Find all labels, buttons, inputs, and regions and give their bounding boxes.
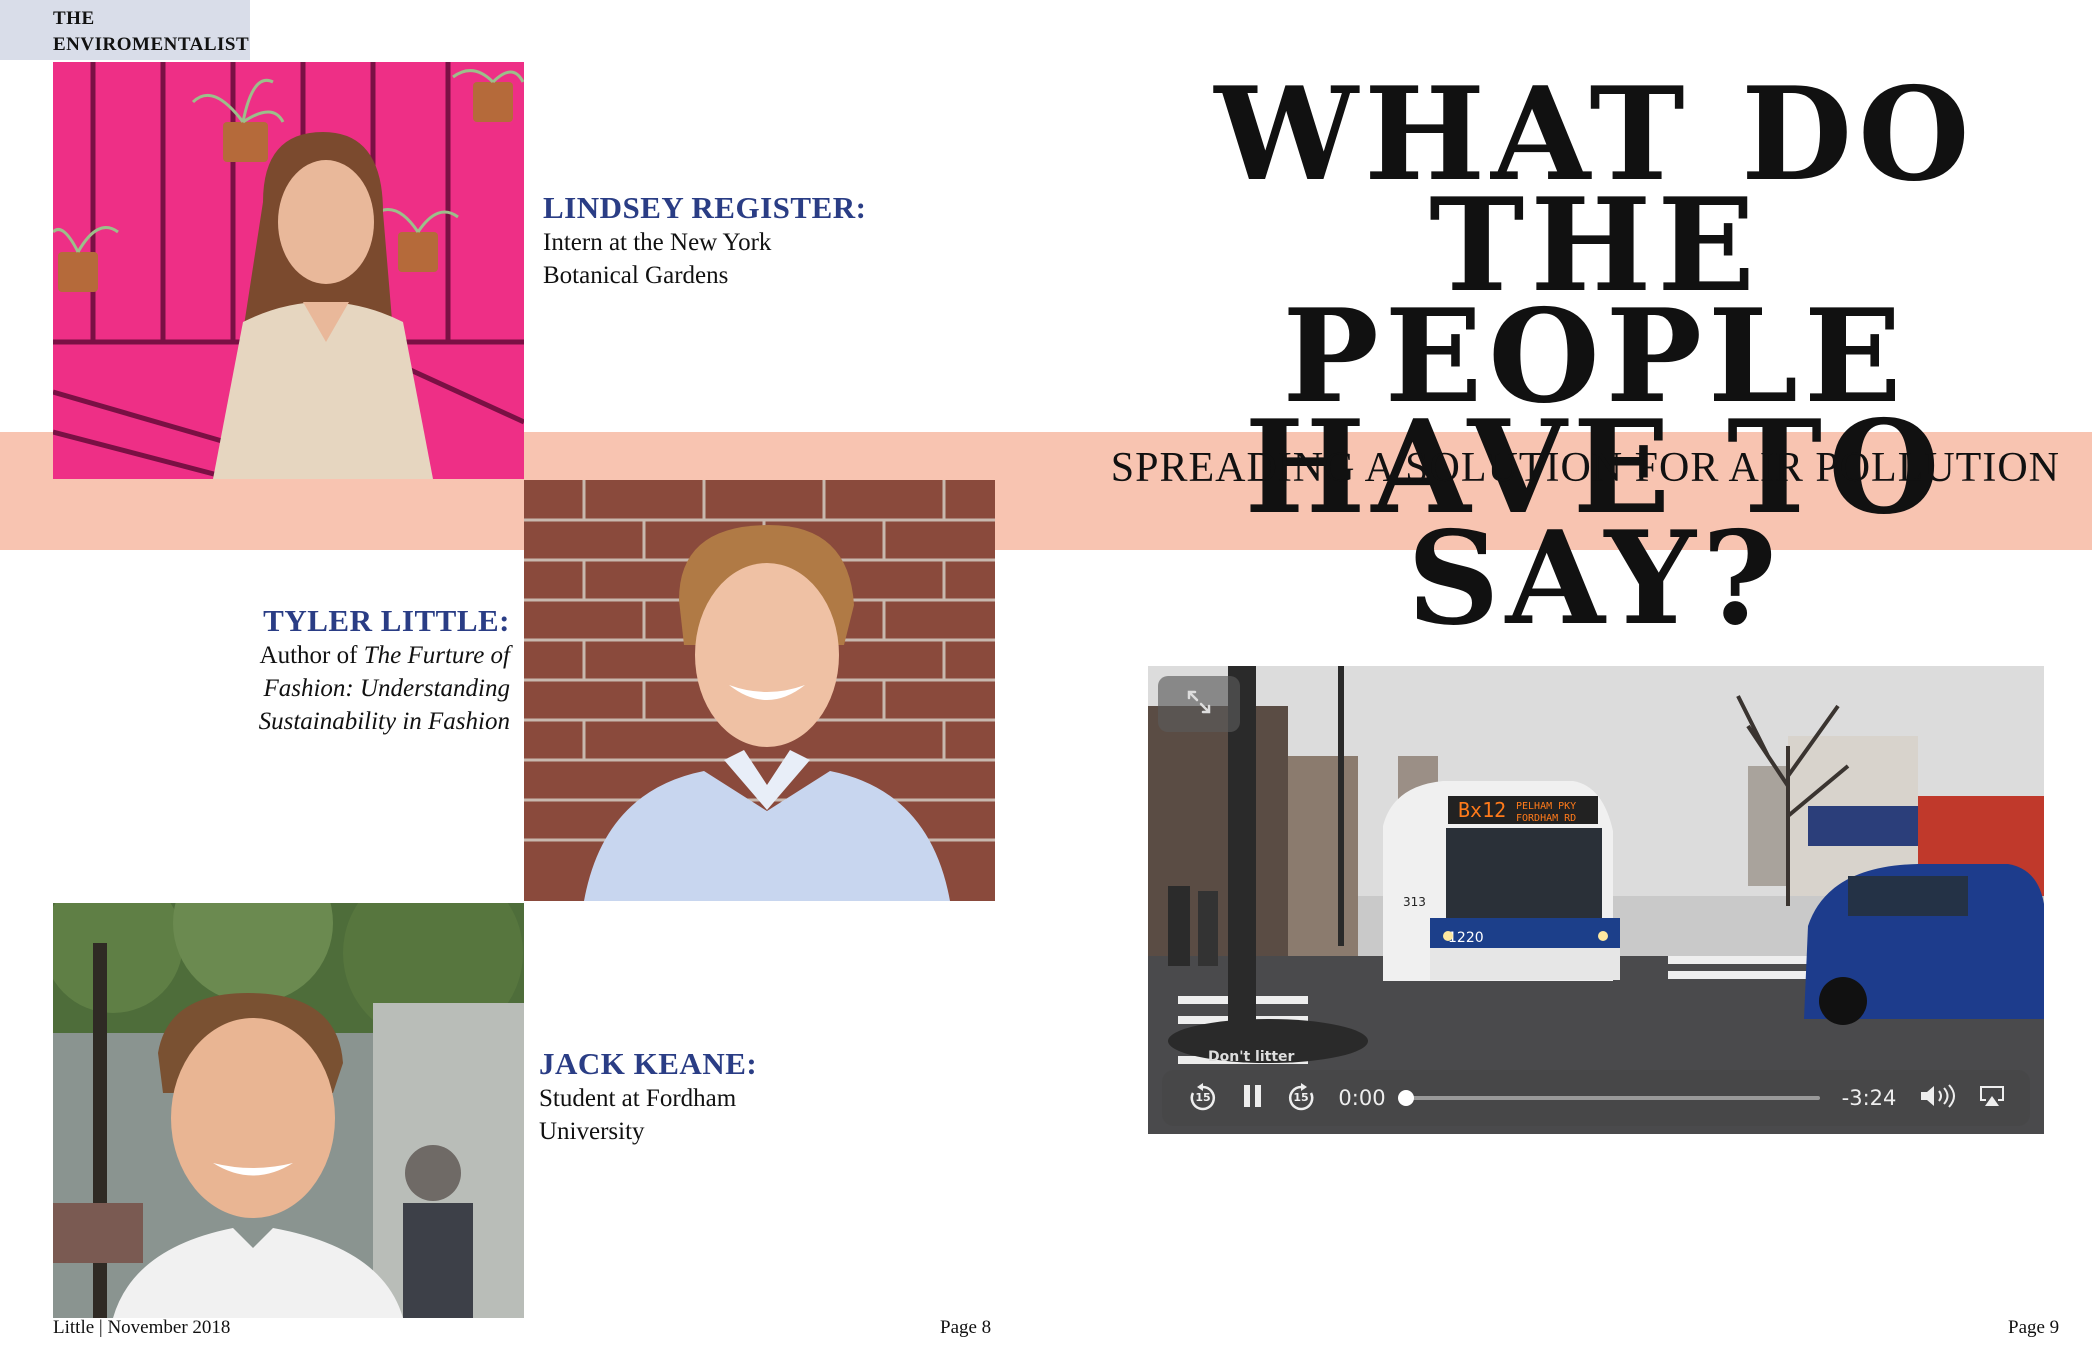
- person-role-line-3: Sustainability in Fashion: [120, 705, 510, 738]
- pause-icon: [1242, 1083, 1264, 1113]
- bus-front-code: 313: [1403, 895, 1426, 909]
- bus-number: 1220: [1448, 930, 1484, 946]
- person-name: LINDSEY REGISTER:: [543, 190, 867, 225]
- person-role-line-1: Intern at the New York: [543, 229, 772, 256]
- person-name: JACK KEANE:: [539, 1046, 758, 1081]
- skip-back-label: 15: [1195, 1091, 1211, 1104]
- person-role-line-2: Fashion: Understanding: [120, 672, 510, 705]
- progress-handle[interactable]: [1398, 1090, 1414, 1106]
- volume-icon: [1919, 1083, 1959, 1113]
- masthead-line-2: ENVIROMENTALIST: [53, 34, 250, 55]
- progress-track[interactable]: [1402, 1096, 1820, 1100]
- person-tyler-little: TYLER LITTLE: Author of The Furture of F…: [120, 603, 510, 738]
- page-number-left: Page 8: [940, 1317, 992, 1338]
- airplay-icon: [1977, 1083, 2007, 1113]
- photo-lindsey-register: [53, 62, 524, 479]
- current-time: 0:00: [1338, 1086, 1386, 1110]
- headline: WHAT DO THE PEOPLE HAVE TO SAY?: [1115, 71, 2075, 643]
- skip-forward-button[interactable]: 15: [1280, 1070, 1322, 1126]
- person-role-prefix: Author of: [259, 642, 364, 669]
- masthead: THE ENVIROMENTALIST: [0, 0, 250, 60]
- video-player[interactable]: Bx12 PELHAM PKY FORDHAM RD 1220 313 Don'…: [1148, 666, 2044, 1134]
- skip-back-15-icon: 15: [1188, 1083, 1218, 1113]
- airplay-button[interactable]: [1970, 1070, 2014, 1126]
- expand-icon: [1185, 688, 1213, 721]
- photo-tyler-little: [524, 480, 995, 901]
- bin-text: Don't litter: [1208, 1049, 1295, 1065]
- bus-sign-dest-1: PELHAM PKY: [1516, 801, 1576, 812]
- footer-issue: Little | November 2018: [53, 1317, 231, 1338]
- masthead-line-1: THE: [53, 8, 95, 29]
- book-title-line-1: The Furture of: [363, 642, 510, 669]
- pause-button[interactable]: [1232, 1070, 1274, 1126]
- bus-sign-route: Bx12: [1458, 798, 1506, 822]
- page-number-right: Page 9: [2008, 1317, 2060, 1338]
- video-frame: Bx12 PELHAM PKY FORDHAM RD 1220 313 Don'…: [1148, 666, 2044, 1134]
- skip-forward-15-icon: 15: [1286, 1083, 1316, 1113]
- expand-button[interactable]: [1158, 676, 1240, 732]
- skip-back-button[interactable]: 15: [1182, 1070, 1224, 1126]
- person-lindsey-register: LINDSEY REGISTER: Intern at the New York…: [543, 190, 1023, 292]
- book-title-line-2: Fashion: Understanding: [263, 675, 510, 702]
- photo-jack-keane: [53, 903, 524, 1318]
- headline-line-2: THE PEOPLE: [1282, 171, 1908, 432]
- remaining-time: -3:24: [1841, 1086, 1897, 1110]
- person-role-line-2: Botanical Gardens: [543, 262, 729, 289]
- bus-sign-dest-2: FORDHAM RD: [1516, 813, 1576, 824]
- person-role-line-2: University: [539, 1118, 645, 1145]
- volume-button[interactable]: [1914, 1070, 1964, 1126]
- video-controls: 15 15 0:00 -3:24: [1162, 1070, 2030, 1126]
- skip-forward-label: 15: [1293, 1091, 1309, 1104]
- person-role-line-1: Author of The Furture of: [120, 639, 510, 672]
- person-role-line-1: Student at Fordham: [539, 1085, 737, 1112]
- book-title-line-3: Sustainability in Fashion: [258, 708, 510, 735]
- subheadline: SPREADING A SOLUTION FOR AIR POLLUTION: [1110, 445, 2060, 491]
- person-jack-keane: JACK KEANE: Student at Fordham Universit…: [539, 1046, 1019, 1148]
- person-name: TYLER LITTLE:: [263, 603, 510, 638]
